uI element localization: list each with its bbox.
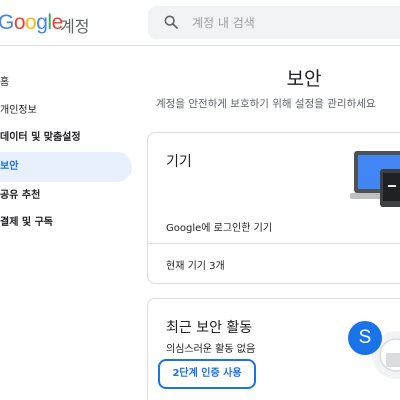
sidebar-item-label: 데이터 및 맞춤설정 (0, 132, 81, 143)
devices-divider (148, 243, 400, 244)
page-subtitle: 계정을 안전하게 보호하기 위해 설정을 관리하세요 (156, 98, 376, 110)
sidebar-item-security[interactable]: 보안 (0, 152, 132, 182)
sidebar-item-label: 개인정보 (0, 105, 37, 116)
google-logo[interactable]: Google (0, 11, 63, 35)
avatar: S (348, 321, 382, 355)
sidebar-item-home[interactable]: 홈 (0, 68, 132, 98)
devices-illustration (350, 151, 400, 207)
sidebar-item-data-privacy[interactable]: 데이터 및 맞춤설정 (0, 123, 132, 153)
devices-card-title: 기기 (166, 154, 192, 170)
sidebar-item-label: 홈 (0, 77, 10, 88)
activity-card-title: 최근 보안 활동 (166, 320, 253, 336)
sidebar-nav: 홈 개인정보 데이터 및 맞춤설정 보안 공유 추천 결제 및 구독 (0, 46, 140, 400)
search-bar[interactable] (148, 6, 400, 39)
sidebar-item-personal-info[interactable]: 개인정보 (0, 96, 132, 126)
devices-card: 기기 Google에 로그인한 기기 현재 기기 3개 (147, 132, 400, 284)
security-activity-card: 최근 보안 활동 의심스러운 활동 없음 2단계 인증 사용 S (147, 298, 400, 400)
current-devices-text[interactable]: 현재 기기 3개 (166, 257, 225, 272)
two-step-verification-button[interactable]: 2단계 인증 사용 (158, 359, 256, 389)
product-name: 계정 (60, 17, 90, 36)
logo-letter-g: G (0, 11, 14, 34)
app-header: Google 계정 (0, 0, 400, 46)
logo-letter-o2: o (25, 11, 37, 34)
sidebar-item-people-sharing[interactable]: 공유 추천 (0, 181, 132, 211)
search-icon[interactable] (163, 14, 179, 30)
logo-letter-o1: o (13, 11, 26, 34)
sidebar-item-payments[interactable]: 결제 및 구독 (0, 208, 132, 238)
page-title: 보안 (286, 68, 322, 90)
logo-letter-g2: g (36, 11, 48, 34)
sidebar-item-label: 보안 (0, 161, 19, 172)
signed-in-devices-text[interactable]: Google에 로그인한 기기 (166, 219, 272, 234)
search-input[interactable] (192, 6, 392, 39)
activity-card-subtitle: 의심스러운 활동 없음 (166, 344, 256, 355)
sidebar-item-label: 공유 추천 (0, 190, 41, 201)
sidebar-item-label: 결제 및 구독 (0, 217, 53, 228)
